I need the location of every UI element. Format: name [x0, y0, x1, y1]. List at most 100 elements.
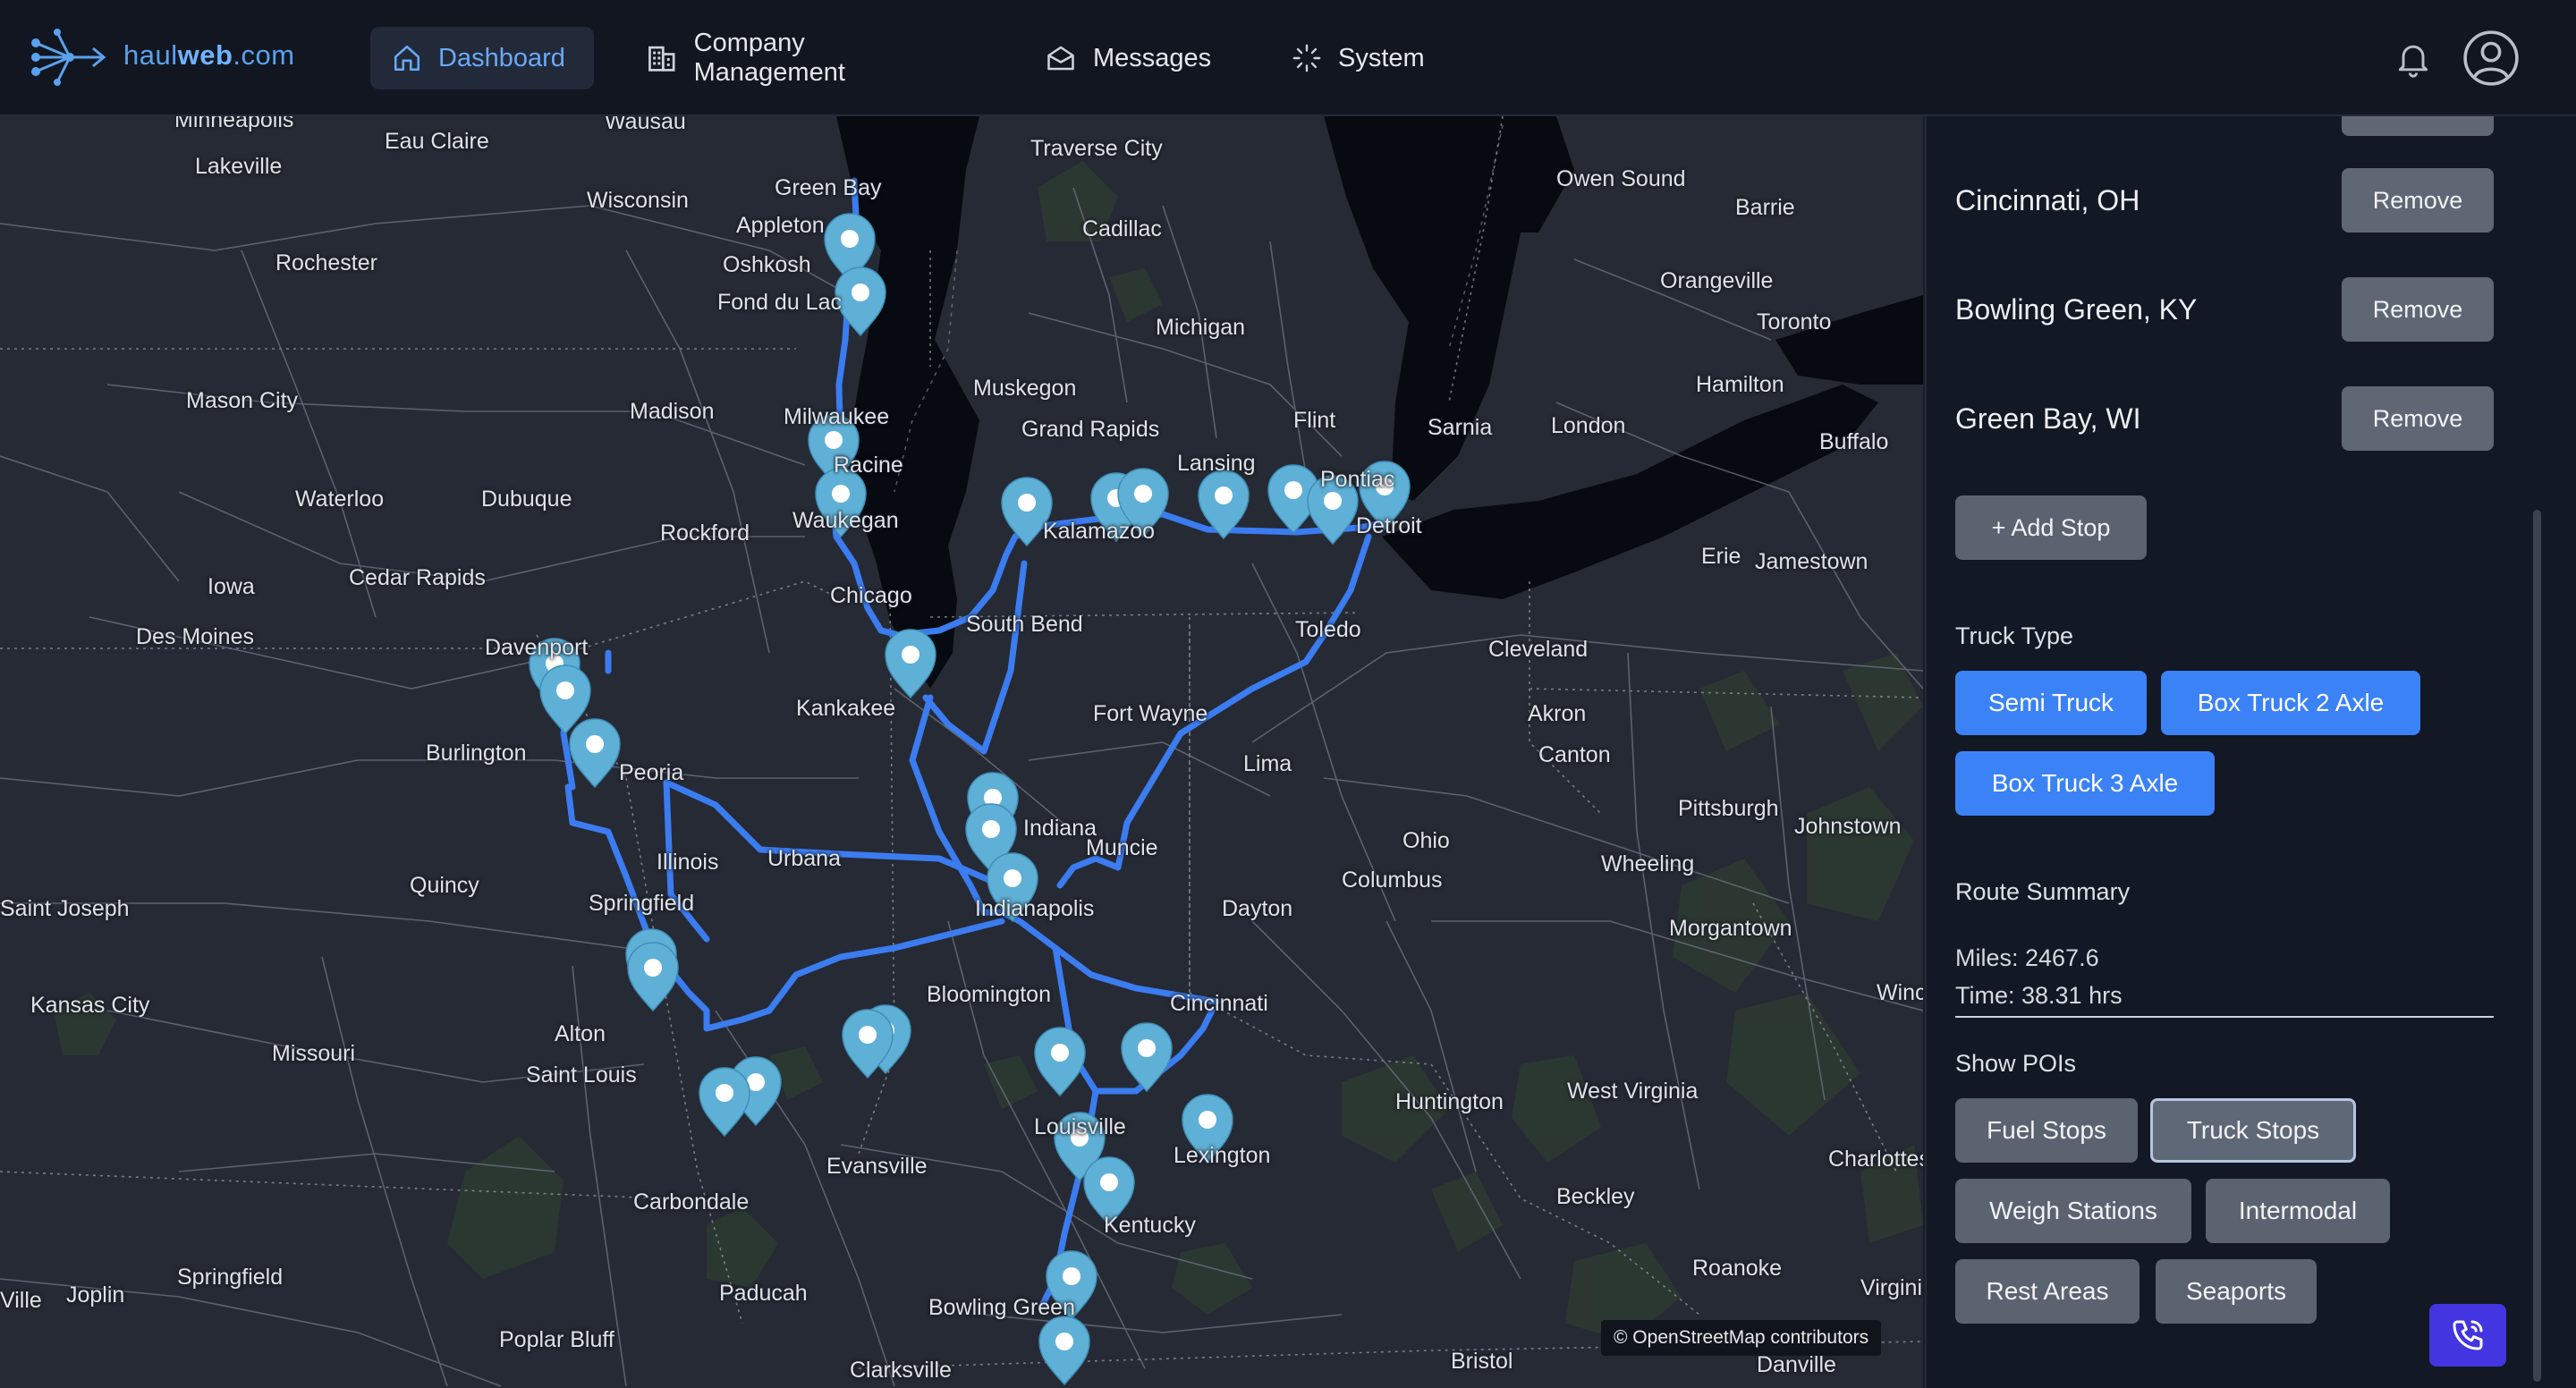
- city-label: Poplar Bluff: [499, 1327, 614, 1352]
- city-label: Appleton: [736, 213, 825, 238]
- map-marker-icon: [1034, 1027, 1086, 1097]
- user-avatar-icon[interactable]: [2462, 29, 2521, 88]
- city-label: Buffalo: [1819, 429, 1889, 454]
- call-support-button[interactable]: [2429, 1304, 2506, 1367]
- city-label: Eau Claire: [385, 129, 489, 154]
- city-label: Wheeling: [1601, 851, 1695, 876]
- city-label: Morgantown: [1669, 916, 1792, 941]
- brand-mid: web: [177, 39, 233, 71]
- city-label: South Bend: [966, 612, 1083, 637]
- bell-icon[interactable]: [2394, 38, 2433, 79]
- city-label: Johnstown: [1794, 814, 1902, 839]
- city-label: Virginia: [1860, 1275, 1923, 1300]
- city-label: Chicago: [830, 583, 912, 608]
- map-marker-icon: [569, 718, 621, 789]
- route-miles: Miles: 2467.6: [1955, 944, 2099, 971]
- city-label: Grand Rapids: [1021, 417, 1160, 442]
- map-marker-icon: [627, 942, 679, 1012]
- truck-semi-button[interactable]: Semi Truck: [1955, 671, 2147, 735]
- city-label: Fort Wayne: [1093, 701, 1208, 726]
- nav-messages[interactable]: Messages: [1023, 27, 1238, 89]
- city-label: Clarksville: [850, 1358, 952, 1383]
- poi-truck-stops-button[interactable]: Truck Stops: [2150, 1098, 2356, 1163]
- city-label: Lexington: [1174, 1143, 1271, 1168]
- city-label: Erie: [1701, 544, 1741, 569]
- city-label: Indianapolis: [975, 896, 1095, 921]
- envelope-icon: [1047, 46, 1074, 71]
- city-label: Fond du Lac: [717, 290, 842, 315]
- city-label: Iowa: [208, 574, 255, 599]
- city-label: London: [1551, 413, 1626, 438]
- city-label: Bristol: [1451, 1349, 1513, 1374]
- poi-fuel-stops-button[interactable]: Fuel Stops: [1955, 1098, 2138, 1163]
- top-navigation-bar: haulweb.com Dashboard Company Management…: [0, 0, 2576, 116]
- city-label: Lakeville: [195, 154, 283, 179]
- city-label: Waukegan: [792, 508, 899, 533]
- city-label: Orangeville: [1660, 268, 1774, 293]
- city-label: Saint Louis: [526, 1062, 637, 1088]
- nav-company-management[interactable]: Company Management: [624, 27, 982, 89]
- city-label: Mason City: [186, 388, 299, 413]
- city-label: Illinois: [657, 850, 719, 875]
- remove-stop-button[interactable]: Remove: [2342, 386, 2494, 451]
- show-pois-label: Show POIs: [1955, 1050, 2077, 1077]
- lake-huron: [1324, 116, 1521, 501]
- city-label: Charlottesville: [1828, 1147, 1923, 1172]
- map-attribution[interactable]: © OpenStreetMap contributors: [1601, 1320, 1882, 1356]
- city-label: Paducah: [719, 1281, 808, 1306]
- route-summary-label: Route Summary: [1955, 878, 2131, 905]
- poi-weigh-stations-button[interactable]: Weigh Stations: [1955, 1179, 2191, 1243]
- city-label: Cleveland: [1488, 637, 1589, 662]
- city-label: Detroit: [1356, 513, 1422, 538]
- city-label: Quincy: [410, 873, 479, 898]
- phone-call-icon: [2453, 1320, 2483, 1350]
- home-icon: [394, 45, 420, 72]
- city-label: Owen Sound: [1556, 166, 1686, 191]
- city-label: Ville: [0, 1288, 42, 1313]
- city-label: Des Moines: [136, 624, 254, 649]
- poi-seaports-button[interactable]: Seaports: [2156, 1259, 2317, 1324]
- city-label: Milwaukee: [784, 404, 890, 429]
- city-label: Kankakee: [796, 696, 896, 721]
- city-label: Hamilton: [1696, 372, 1784, 397]
- city-label: Toronto: [1757, 309, 1832, 334]
- brand-name[interactable]: haulweb.com: [123, 39, 295, 72]
- map-marker-icon: [885, 629, 936, 699]
- city-label: Springfield: [177, 1265, 284, 1290]
- nav-messages-label: Messages: [1093, 43, 1212, 72]
- city-label: Springfield: [589, 891, 695, 916]
- truck-box-2-axle-button[interactable]: Box Truck 2 Axle: [2161, 671, 2420, 735]
- city-label: Bowling Green: [928, 1295, 1075, 1320]
- city-label: Danville: [1757, 1352, 1836, 1377]
- remove-stop-button[interactable]: Remove: [2342, 277, 2494, 342]
- city-label: Traverse City: [1030, 136, 1163, 161]
- city-label: Wausau: [605, 116, 686, 134]
- brand-suffix: .com: [233, 39, 295, 71]
- city-label: Akron: [1528, 701, 1587, 726]
- remove-stop-button[interactable]: Remove: [2342, 168, 2494, 233]
- nav-dashboard[interactable]: Dashboard: [370, 27, 594, 89]
- city-label: Cadillac: [1082, 216, 1162, 241]
- poi-intermodal-button[interactable]: Intermodal: [2206, 1179, 2390, 1243]
- sidebar-scrollbar-thumb[interactable]: [2533, 510, 2541, 1382]
- nav-system-label: System: [1338, 43, 1425, 72]
- haulweb-logo-icon[interactable]: [30, 25, 111, 89]
- poi-rest-areas-button[interactable]: Rest Areas: [1955, 1259, 2140, 1324]
- city-label: Beckley: [1556, 1184, 1635, 1209]
- city-label: Roanoke: [1692, 1256, 1783, 1281]
- city-label: Flint: [1293, 408, 1336, 433]
- truck-type-label: Truck Type: [1955, 622, 2074, 649]
- add-stop-button[interactable]: + Add Stop: [1955, 495, 2147, 560]
- city-label: Toledo: [1295, 617, 1361, 642]
- city-label: Ohio: [1402, 828, 1450, 853]
- truck-box-3-axle-button[interactable]: Box Truck 3 Axle: [1955, 751, 2215, 816]
- remove-stop-button[interactable]: [2342, 116, 2494, 136]
- route-map[interactable]: Minneapolis Wausau Traverse City Eau Cla…: [0, 116, 1923, 1388]
- city-label: Winchester: [1877, 980, 1923, 1005]
- city-label: Wisconsin: [587, 188, 689, 213]
- city-label: Kentucky: [1104, 1213, 1196, 1238]
- brand-prefix: haul: [123, 39, 178, 71]
- nav-system[interactable]: System: [1270, 27, 1449, 89]
- city-label: Urbana: [767, 846, 841, 871]
- city-label: Pontiac: [1320, 467, 1395, 492]
